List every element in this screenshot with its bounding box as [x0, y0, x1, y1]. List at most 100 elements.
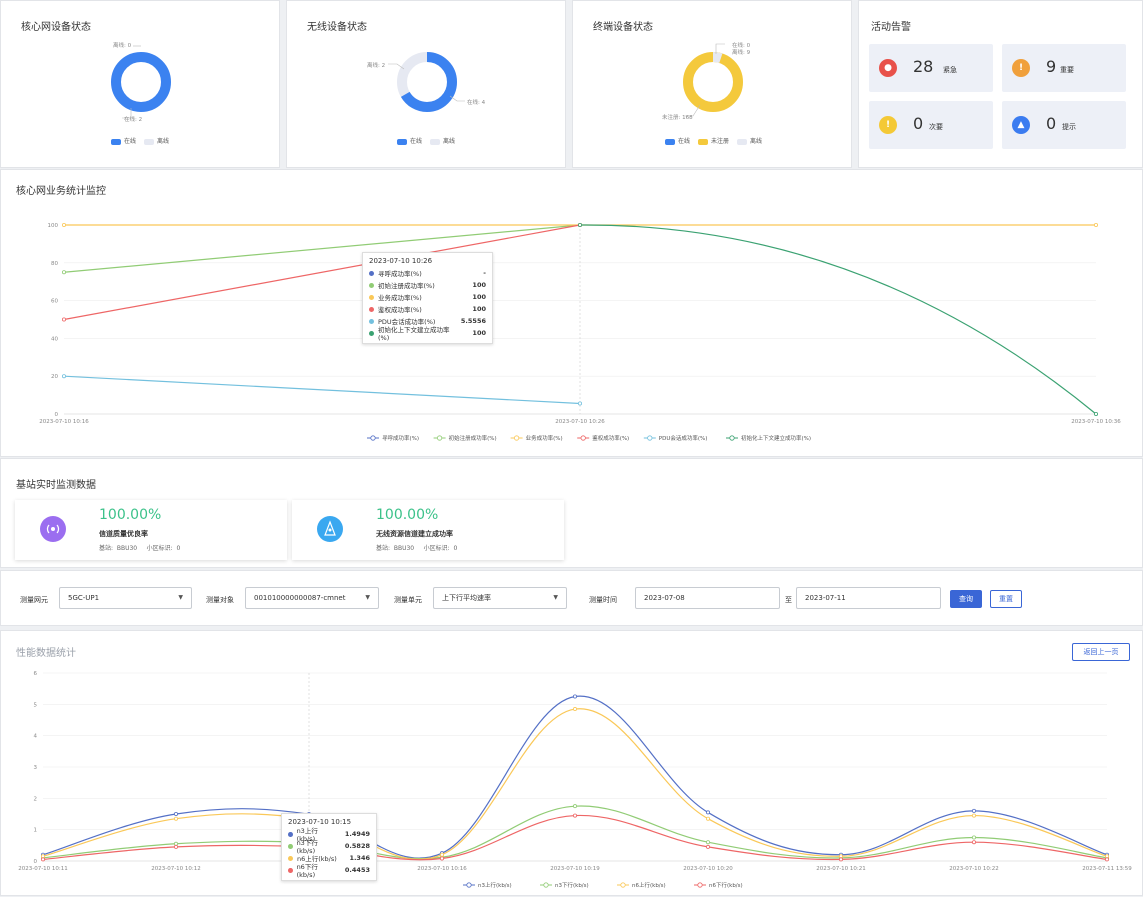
- legend-label: n6下行(kb/s): [709, 881, 743, 889]
- alert-critical-label: 紧急: [943, 66, 957, 74]
- legend-marker: [370, 435, 376, 441]
- tooltip-series-value: 1.4949: [344, 830, 370, 838]
- legend-label: n3下行(kb/s): [555, 881, 589, 889]
- data-point: [41, 854, 46, 859]
- legend-marker: [697, 882, 703, 888]
- data-point: [62, 317, 67, 322]
- y-tick-label: 60: [51, 299, 58, 305]
- reset-button[interactable]: 重置: [990, 590, 1022, 608]
- tooltip-series-value: 100: [472, 329, 486, 337]
- alert-hint-count: 0: [1046, 114, 1057, 133]
- obj-select[interactable]: 001010000000087-cmnet ▼: [245, 587, 379, 609]
- series-line: [42, 708, 1108, 860]
- data-point: [972, 813, 977, 818]
- tooltip-series-value: 1.346: [349, 854, 370, 862]
- data-point: [972, 840, 977, 845]
- series-dot: [369, 294, 374, 300]
- alert-minor[interactable]: ! 0 次要: [869, 101, 993, 149]
- legend-marker: [543, 882, 549, 888]
- series-dot: [288, 843, 293, 849]
- data-point: [706, 816, 711, 821]
- unit-select[interactable]: 上下行平均速率 ▼: [433, 587, 567, 609]
- legend-label: 寻呼成功率(%): [382, 434, 419, 442]
- core-online-label: 在线: 2: [124, 117, 143, 123]
- perf-card: 性能数据统计 返回上一页 0 1 2 3 4 5 6 2023-07-10 10:11 2023…: [0, 630, 1143, 896]
- perf-tooltip: 2023-07-10 10:15 n3上行(kb/s) 1.4949 n3下行(kb…: [281, 813, 377, 881]
- y-tick-label: 80: [51, 261, 58, 267]
- chevron-down-icon: ▼: [365, 594, 370, 601]
- unit-label: 测量单元: [394, 596, 422, 604]
- core-monitor-chart: 0 20 40 60 80 100 2023-07-10 10:16 2023-07-10 1…: [39, 223, 1121, 442]
- legend-item-offline[interactable]: 离线: [144, 136, 169, 145]
- series-dot: [288, 855, 293, 861]
- radio-channel-card: 100.00% 无线资源信道建立成功率 基站: BBU30 小区标识: 0: [292, 500, 564, 560]
- alert-critical-count: 28: [913, 57, 934, 76]
- terminal-unregistered-label: 未注册: 168: [662, 115, 693, 121]
- series-dot: [369, 330, 374, 336]
- legend-label: 业务成功率(%): [526, 434, 563, 442]
- radio-channel-sub: 基站: BBU30 小区标识: 0: [376, 545, 458, 552]
- x-tick-label: 2023-07-10 10:26: [555, 419, 605, 425]
- wireless-legend: 在线 离线: [397, 136, 455, 145]
- alert-minor-label: 次要: [929, 123, 943, 131]
- x-tick-label: 2023-07-10 10:36: [1071, 419, 1121, 425]
- tooltip-series-name: 寻呼成功率(%): [378, 270, 422, 278]
- channel-quality-sub: 基站: BBU30 小区标识: 0: [99, 545, 181, 552]
- base-station-title: 基站实时监测数据: [16, 480, 96, 491]
- alert-minor-count: 0: [913, 114, 924, 133]
- chevron-down-icon: ▼: [178, 594, 183, 601]
- end-date-input[interactable]: 2023-07-11: [796, 587, 941, 609]
- legend-item-offline[interactable]: 离线: [430, 136, 455, 145]
- series-line: [63, 375, 581, 405]
- query-button[interactable]: 查询: [950, 590, 982, 608]
- data-point: [173, 844, 178, 849]
- legend-item-online[interactable]: 在线: [111, 136, 136, 145]
- core-monitor-tooltip: 2023-07-10 10:26 寻呼成功率(%) - 初始注册成功率(%) 100 业…: [362, 252, 493, 344]
- start-date-input[interactable]: 2023-07-08: [635, 587, 780, 609]
- series-line: [579, 224, 1097, 415]
- radio-channel-name: 无线资源信道建立成功率: [376, 530, 453, 538]
- data-point: [972, 808, 977, 813]
- data-point: [839, 854, 844, 859]
- legend-item-unregistered[interactable]: 未注册: [698, 136, 729, 145]
- terminal-device-status-card: 终端设备状态 在线: 0 离线: 9 未注册: 168 在线 未注册 离线: [572, 0, 852, 168]
- legend-marker: [580, 435, 586, 441]
- alert-major[interactable]: ! 9 重要: [1002, 44, 1126, 92]
- legend-item-offline[interactable]: 离线: [737, 136, 762, 145]
- active-alerts-title: 活动告警: [871, 22, 911, 33]
- legend-marker: [729, 435, 735, 441]
- legend-item-online[interactable]: 在线: [665, 136, 690, 145]
- tooltip-series-value: 0.5828: [344, 842, 370, 850]
- date-separator: 至: [785, 596, 792, 604]
- data-point: [706, 810, 711, 815]
- series-dot: [369, 318, 374, 324]
- y-tick-label: 1: [34, 828, 38, 834]
- series-dot: [369, 270, 374, 276]
- radio-channel-pct: 100.00%: [376, 507, 439, 523]
- tooltip-row: 鉴权成功率(%) 100: [369, 303, 486, 315]
- tooltip-time: 2023-07-10 10:26: [369, 257, 433, 265]
- legend-item-online[interactable]: 在线: [397, 136, 422, 145]
- ne-select[interactable]: 5GC-UP1 ▼: [59, 587, 192, 609]
- tooltip-row: 初始化上下文建立成功率(%) 100: [369, 326, 486, 342]
- hint-alert-icon: ▲: [1012, 116, 1030, 134]
- y-tick-label: 0: [34, 859, 38, 865]
- y-tick-label: 3: [34, 765, 38, 771]
- data-point: [972, 835, 977, 840]
- major-alert-icon: !: [1012, 59, 1030, 77]
- data-point: [706, 840, 711, 845]
- y-tick-label: 2: [34, 796, 38, 802]
- legend-marker: [513, 435, 520, 441]
- wireless-device-status-card: 无线设备状态 离线: 2 在线: 4 在线 离线: [286, 0, 566, 168]
- alert-major-count: 9: [1046, 57, 1057, 76]
- y-tick-label: 20: [51, 374, 58, 380]
- obj-label: 测量对象: [206, 596, 234, 604]
- series-dot: [369, 306, 374, 312]
- data-point: [62, 270, 67, 275]
- tooltip-row: n6下行(kb/s) 0.4453: [288, 863, 370, 879]
- alert-critical[interactable]: ● 28 紧急: [869, 44, 993, 92]
- time-label: 测量时间: [589, 596, 617, 604]
- y-tick-label: 5: [34, 702, 38, 708]
- alert-major-label: 重要: [1060, 66, 1074, 74]
- alert-hint[interactable]: ▲ 0 提示: [1002, 101, 1126, 149]
